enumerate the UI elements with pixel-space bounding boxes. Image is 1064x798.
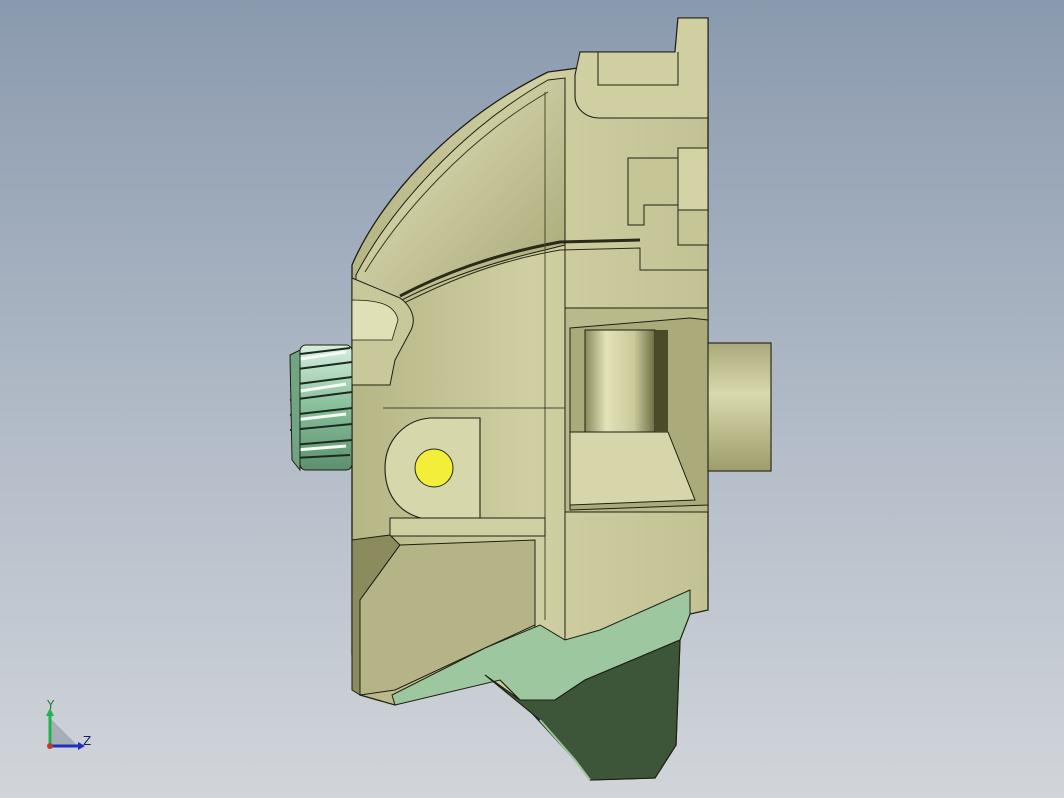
axis-triad: Y Z: [38, 698, 108, 758]
cad-part-model[interactable]: [0, 0, 1064, 798]
pinion-gear: [289, 344, 353, 472]
y-axis-label: Y: [47, 698, 55, 712]
right-boss: [707, 342, 772, 472]
top-bracket: [574, 17, 709, 119]
yellow-hole: [414, 448, 454, 488]
z-axis-label: Z: [83, 734, 92, 748]
graphics-viewport[interactable]: Y Z: [0, 0, 1064, 798]
triad-plane: [50, 718, 78, 746]
pocket-shaft: [584, 329, 656, 433]
